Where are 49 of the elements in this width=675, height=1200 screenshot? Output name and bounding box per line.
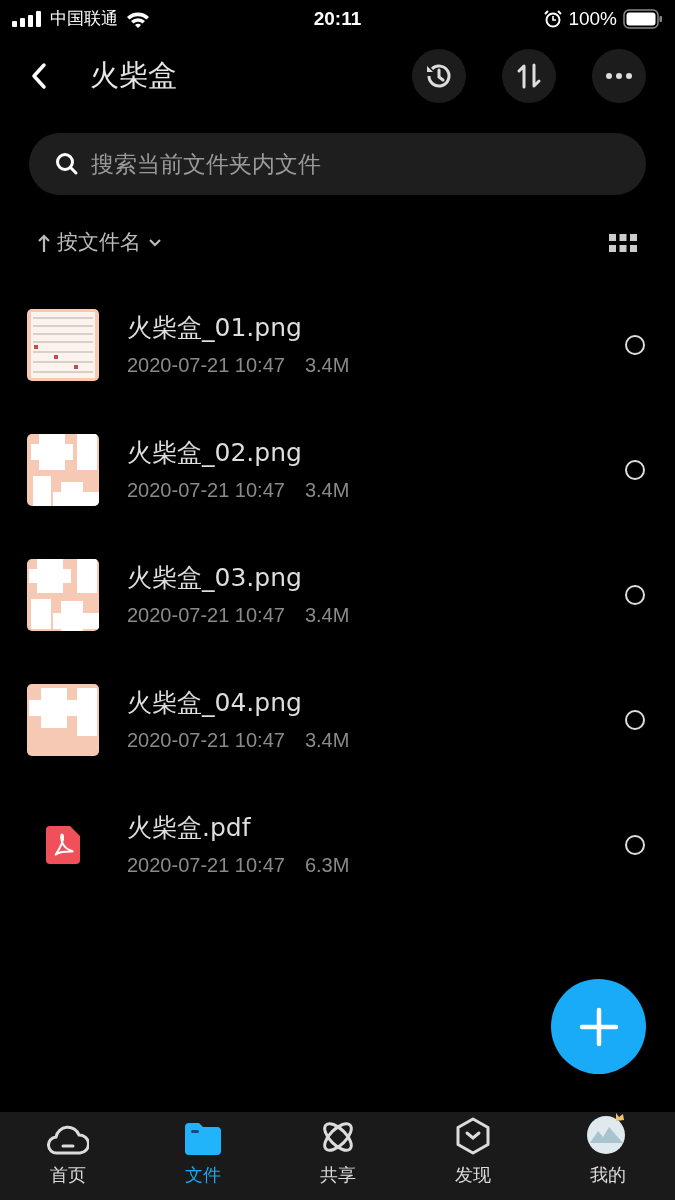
more-button[interactable] (592, 49, 646, 103)
tab-item[interactable]: 共享 (270, 1112, 405, 1200)
search-icon (55, 152, 79, 176)
carrier-name: 中国联通 (50, 7, 118, 31)
file-name: 火柴盒_01.png (127, 311, 303, 344)
file-date: 2020-07-21 10:47 (127, 603, 285, 629)
history-button[interactable] (412, 49, 466, 103)
plus-icon (578, 1006, 619, 1047)
folder-icon (184, 1123, 221, 1155)
folder-title: 火柴盒 (90, 57, 177, 95)
file-size: 3.4M (304, 603, 350, 629)
sort-order-button[interactable] (502, 49, 556, 103)
select-radio[interactable] (625, 334, 645, 355)
search-field[interactable]: 搜索当前文件夹内文件 (29, 133, 646, 195)
tab-item[interactable]: 我的 (540, 1112, 675, 1200)
back-icon (31, 62, 47, 90)
file-size: 6.3M (304, 853, 350, 879)
file-date: 2020-07-21 10:47 (127, 853, 285, 879)
caret-icon (147, 238, 163, 248)
tab-item[interactable]: 首页 (0, 1112, 135, 1200)
hexagon-icon (455, 1117, 490, 1155)
battery-percent: 100% (568, 6, 617, 31)
sort-dropdown[interactable]: 按文件名 (37, 227, 163, 259)
file-name: 火柴盒_02.png (127, 436, 303, 469)
more-icon (606, 73, 632, 79)
file-name: 火柴盒.pdf (127, 811, 252, 844)
battery-icon (623, 9, 663, 29)
alarm-icon (544, 10, 563, 28)
up-arrow-icon (37, 233, 51, 253)
signal-icon (12, 11, 42, 27)
select-radio[interactable] (625, 459, 645, 480)
tab-item[interactable]: 文件 (135, 1112, 270, 1200)
select-radio[interactable] (625, 834, 645, 855)
file-name: 火柴盒_03.png (127, 561, 303, 594)
select-radio[interactable] (625, 584, 645, 605)
file-size: 3.4M (304, 728, 350, 754)
file-date: 2020-07-21 10:47 (127, 478, 285, 504)
sort-arrows-icon (516, 63, 542, 89)
select-radio[interactable] (625, 709, 645, 730)
file-size: 3.4M (304, 353, 350, 379)
tab-item[interactable]: 发现 (405, 1112, 540, 1200)
file-name: 火柴盒_04.png (127, 686, 303, 719)
wifi-icon (126, 10, 150, 28)
pdf-file-icon (46, 825, 80, 864)
grid-icon (609, 234, 637, 252)
clock-time: 20:11 (313, 6, 362, 31)
file-size: 3.4M (304, 478, 350, 504)
file-date: 2020-07-21 10:47 (127, 728, 285, 754)
file-date: 2020-07-21 10:47 (127, 353, 285, 379)
